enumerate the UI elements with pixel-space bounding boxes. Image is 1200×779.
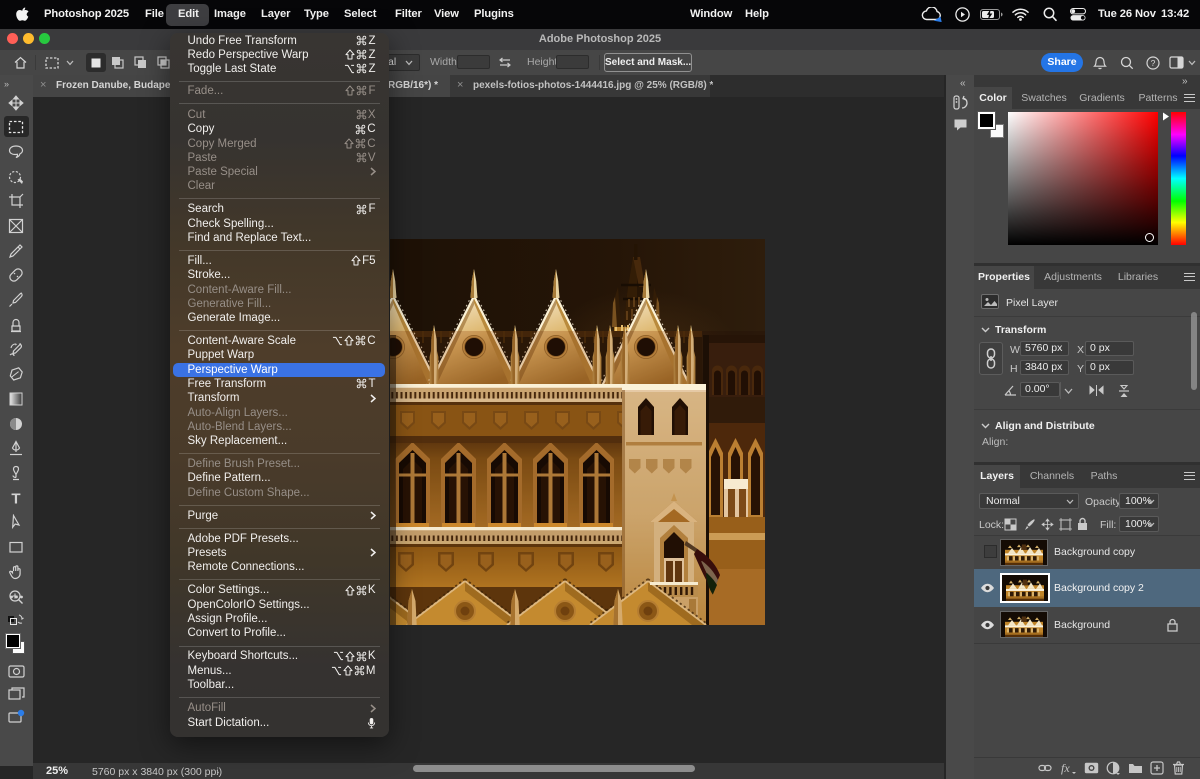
svg-text:?: ? xyxy=(1151,58,1156,68)
svg-text:T: T xyxy=(11,491,20,507)
svg-text:fx: fx xyxy=(1061,761,1070,775)
